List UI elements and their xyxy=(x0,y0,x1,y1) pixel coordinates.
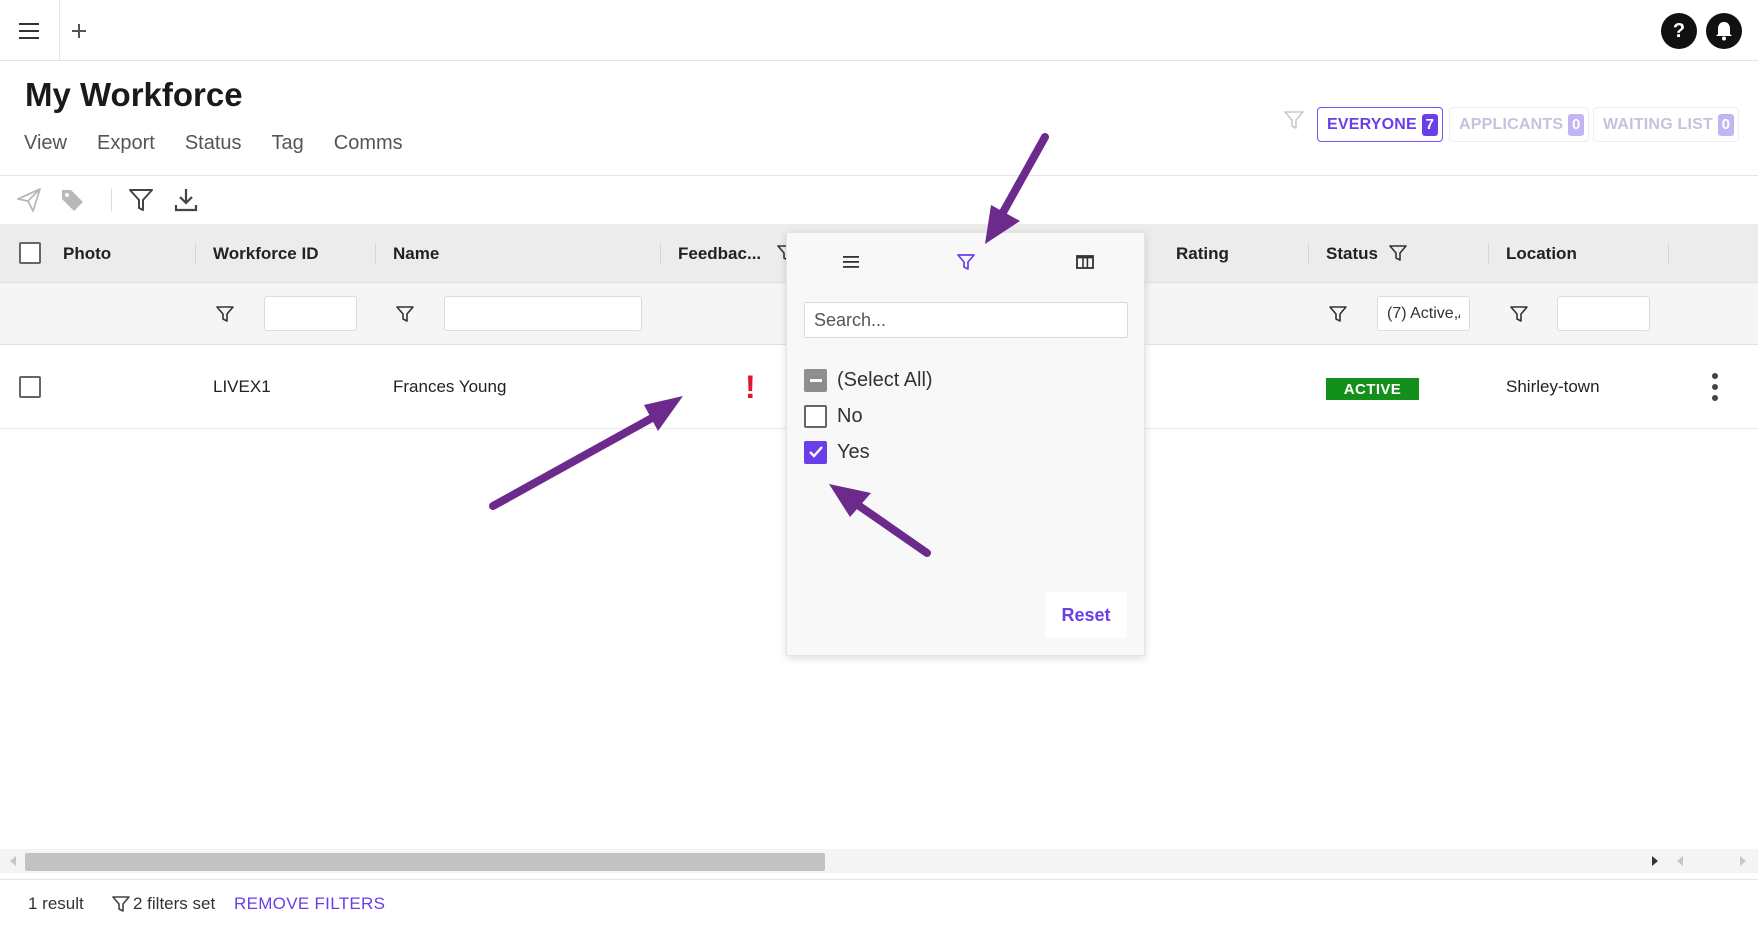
header-divider xyxy=(0,175,1758,176)
column-header-name[interactable]: Name xyxy=(393,224,439,283)
column-separator[interactable] xyxy=(1668,244,1669,264)
column-header-photo[interactable]: Photo xyxy=(63,224,111,283)
scroll-left-arrow-icon[interactable] xyxy=(1675,855,1685,867)
scrollbar-thumb[interactable] xyxy=(25,853,825,871)
cell-location: Shirley-town xyxy=(1506,377,1600,396)
workforce-id-filter-input[interactable] xyxy=(264,296,357,331)
filters-set-count: 2 filters set xyxy=(133,894,216,913)
column-separator[interactable] xyxy=(375,244,376,264)
column-separator[interactable] xyxy=(1308,244,1309,264)
row-select-checkbox[interactable] xyxy=(19,376,41,398)
page-nav: View Export Status Tag Comms xyxy=(24,132,433,155)
checked-checkbox-icon[interactable] xyxy=(804,440,827,464)
status-badge: ACTIVE xyxy=(1326,378,1419,400)
filter-toolbar-button[interactable] xyxy=(126,185,156,215)
filter-icon xyxy=(112,896,130,912)
status-column-filter-icon[interactable] xyxy=(1389,244,1407,262)
segment-everyone-label: EVERYONE xyxy=(1327,115,1417,133)
cell-workforce-id: LIVEX1 xyxy=(213,377,271,396)
column-filter-popup: (Select All) No Yes Reset xyxy=(786,232,1145,656)
indeterminate-checkbox-icon[interactable] xyxy=(804,368,827,392)
send-button[interactable] xyxy=(14,185,44,215)
cell-name[interactable]: Frances Young xyxy=(393,345,506,429)
segment-applicants-count: 0 xyxy=(1568,113,1585,136)
top-bar: ? xyxy=(0,0,1758,61)
toolbar-divider xyxy=(111,188,112,212)
segment-waiting-count: 0 xyxy=(1717,113,1734,136)
location-filter-icon[interactable] xyxy=(1509,304,1529,324)
column-separator[interactable] xyxy=(1488,244,1489,264)
checkmark-icon xyxy=(808,446,823,458)
annotation-arrow xyxy=(489,414,656,510)
segment-applicants-label: APPLICANTS xyxy=(1459,115,1564,133)
feedback-warning-icon: ! xyxy=(745,369,756,405)
column-header-feedback[interactable]: Feedbac... xyxy=(678,224,761,283)
remove-filters-link[interactable]: REMOVE FILTERS xyxy=(234,894,385,914)
hamburger-icon xyxy=(18,22,39,39)
option-label: Yes xyxy=(837,440,870,463)
row-more-options-icon[interactable] xyxy=(1703,372,1727,402)
scroll-right-arrow-icon[interactable] xyxy=(1738,855,1748,867)
segment-everyone-count: 7 xyxy=(1421,113,1438,136)
column-header-workforce-id[interactable]: Workforce ID xyxy=(213,224,319,283)
popup-search-input[interactable] xyxy=(804,302,1128,338)
nav-status[interactable]: Status xyxy=(185,132,242,155)
nav-tag[interactable]: Tag xyxy=(272,132,304,155)
status-filter-input[interactable] xyxy=(1377,296,1470,331)
notifications-button[interactable] xyxy=(1706,13,1742,49)
popup-tab-columns[interactable] xyxy=(1070,247,1100,277)
unchecked-checkbox-icon[interactable] xyxy=(804,404,827,428)
nav-comms[interactable]: Comms xyxy=(334,132,403,155)
segment-waiting-list[interactable]: WAITING LIST 0 xyxy=(1593,107,1739,142)
help-button[interactable]: ? xyxy=(1661,13,1697,49)
page-title: My Workforce xyxy=(25,76,243,113)
option-yes[interactable]: Yes xyxy=(804,439,870,465)
annotation-arrow xyxy=(997,133,1049,220)
column-separator[interactable] xyxy=(195,244,196,264)
scroll-left-arrow-icon[interactable] xyxy=(8,855,18,867)
workforce-id-filter-icon[interactable] xyxy=(215,304,235,324)
paper-plane-icon xyxy=(17,188,41,212)
nav-view[interactable]: View xyxy=(24,132,67,155)
name-filter-input[interactable] xyxy=(444,296,642,331)
download-icon xyxy=(174,189,198,212)
column-header-status[interactable]: Status xyxy=(1326,224,1378,283)
segment-applicants[interactable]: APPLICANTS 0 xyxy=(1449,107,1590,142)
menu-lines-icon xyxy=(843,256,859,268)
grid-footer: 1 result 2 filters set REMOVE FILTERS xyxy=(0,879,1758,926)
tag-button[interactable] xyxy=(58,185,88,215)
status-filter-icon[interactable] xyxy=(1328,304,1348,324)
segment-everyone[interactable]: EVERYONE 7 xyxy=(1317,107,1443,142)
column-header-location[interactable]: Location xyxy=(1506,224,1577,283)
tag-icon xyxy=(62,190,83,211)
download-button[interactable] xyxy=(171,185,201,215)
filter-icon xyxy=(129,189,153,211)
columns-icon xyxy=(1076,255,1094,269)
segment-filter-icon[interactable] xyxy=(1283,109,1305,131)
option-label: (Select All) xyxy=(837,368,933,391)
segment-waiting-label: WAITING LIST xyxy=(1603,115,1713,133)
location-filter-input[interactable] xyxy=(1557,296,1650,331)
result-count: 1 result xyxy=(28,894,84,913)
popup-tab-filter[interactable] xyxy=(951,247,981,277)
option-no[interactable]: No xyxy=(804,403,863,429)
scroll-right-arrow-icon[interactable] xyxy=(1650,855,1660,867)
popup-tab-general[interactable] xyxy=(836,247,866,277)
name-filter-icon[interactable] xyxy=(395,304,415,324)
column-separator[interactable] xyxy=(660,244,661,264)
hamburger-menu-button[interactable] xyxy=(0,0,60,61)
column-header-rating[interactable]: Rating xyxy=(1176,224,1229,283)
nav-export[interactable]: Export xyxy=(97,132,155,155)
filter-icon xyxy=(957,254,975,270)
add-tab-button[interactable] xyxy=(62,0,96,61)
plus-icon xyxy=(72,23,86,38)
bell-icon xyxy=(1716,22,1732,41)
reset-button[interactable]: Reset xyxy=(1045,592,1127,638)
option-label: No xyxy=(837,404,863,427)
option-select-all[interactable]: (Select All) xyxy=(804,367,933,393)
horizontal-scrollbar[interactable] xyxy=(0,849,1758,873)
question-mark-icon: ? xyxy=(1672,19,1686,42)
select-all-rows-checkbox[interactable] xyxy=(19,242,41,264)
